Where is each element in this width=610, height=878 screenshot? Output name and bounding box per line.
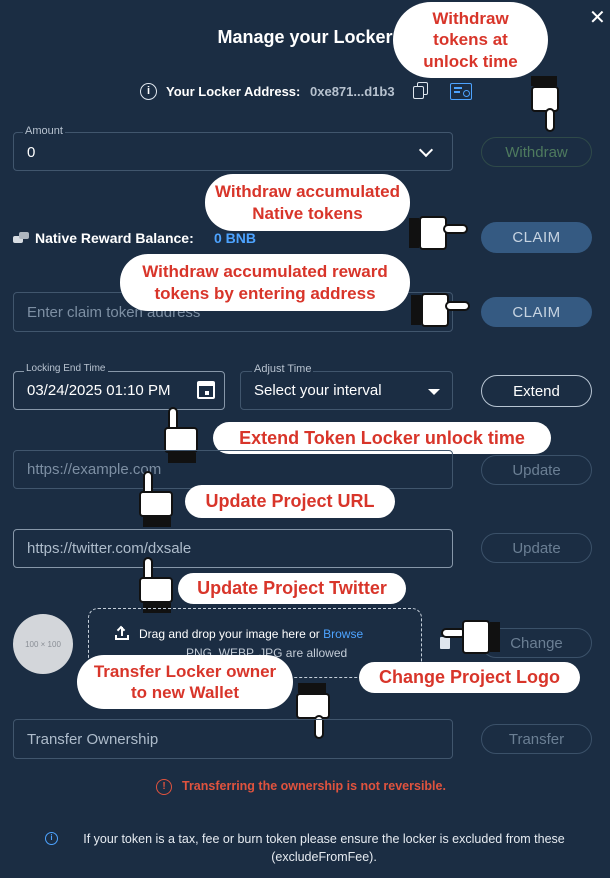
- annotation-change-logo: Change Project Logo: [359, 662, 580, 693]
- claim-native-button[interactable]: CLAIM: [481, 222, 592, 253]
- dropzone-text: Drag and drop your image here or Browse: [139, 627, 363, 641]
- adjust-time-value: Select your interval: [254, 382, 382, 399]
- annotation-update-twitter-text: Update Project Twitter: [197, 578, 387, 599]
- annotation-withdraw-native-line2: Native tokens: [252, 203, 363, 223]
- annotation-change-logo-text: Change Project Logo: [378, 667, 560, 688]
- logo-thumbnail: 100 × 100: [13, 614, 73, 674]
- footer-info-icon: i: [45, 832, 58, 845]
- native-reward-label: Native Reward Balance:: [35, 230, 194, 246]
- upload-icon: [115, 625, 129, 640]
- footer-note: If your token is a tax, fee or burn toke…: [83, 832, 565, 864]
- locking-end-time-label: Locking End Time: [24, 363, 108, 374]
- update-twitter-button[interactable]: Update: [481, 533, 592, 563]
- annotation-withdraw-reward-line1: Withdraw accumulated reward: [142, 262, 388, 282]
- native-reward-value: 0 BNB: [214, 230, 257, 246]
- annotation-withdraw-reward: Withdraw accumulated reward tokens by en…: [120, 254, 410, 311]
- pointing-hand-icon: [531, 76, 559, 134]
- locker-address-label: Your Locker Address:: [166, 84, 301, 99]
- transfer-button[interactable]: Transfer: [481, 724, 592, 754]
- annotation-withdraw-reward-line2: tokens by entering address: [154, 283, 376, 303]
- annotation-transfer-owner: Transfer Locker owner to new Wallet: [77, 655, 293, 709]
- annotation-withdraw-unlock-text: Withdraw tokens at unlock time: [423, 9, 518, 71]
- info-icon: i: [140, 83, 157, 100]
- coins-icon: [13, 230, 31, 244]
- pointing-hand-icon: [409, 216, 469, 250]
- annotation-extend-text: Extend Token Locker unlock time: [239, 427, 525, 448]
- pointing-hand-icon: [139, 471, 173, 529]
- calendar-icon[interactable]: [197, 381, 215, 399]
- transfer-warning-text: Transferring the ownership is not revers…: [182, 779, 446, 793]
- withdraw-button[interactable]: Withdraw: [481, 137, 592, 167]
- logo-thumbnail-text: 100 × 100: [25, 639, 61, 649]
- locking-end-time-value: 03/24/2025 01:10 PM: [27, 382, 171, 399]
- dropzone-instruction: Drag and drop your image here or: [139, 627, 320, 641]
- transfer-ownership-placeholder: Transfer Ownership: [27, 731, 159, 748]
- claim-token-button[interactable]: CLAIM: [481, 297, 592, 327]
- browse-link[interactable]: Browse: [323, 627, 363, 641]
- pointing-hand-icon: [441, 620, 501, 654]
- warning-icon: !: [156, 779, 172, 795]
- annotation-transfer-owner-line2: to new Wallet: [131, 683, 239, 702]
- amount-select[interactable]: [13, 132, 453, 171]
- update-url-button[interactable]: Update: [481, 455, 592, 485]
- certificate-icon[interactable]: [450, 83, 472, 100]
- adjust-time-label: Adjust Time: [252, 363, 314, 375]
- copy-icon[interactable]: [413, 82, 429, 100]
- amount-value: 0: [27, 144, 36, 161]
- annotation-withdraw-native-line1: Withdraw accumulated: [215, 182, 400, 202]
- pointing-hand-icon: [139, 557, 173, 615]
- pointing-hand-icon: [411, 293, 471, 327]
- annotation-transfer-owner-line1: Transfer Locker owner: [93, 661, 277, 681]
- annotation-withdraw-native: Withdraw accumulated Native tokens: [205, 174, 410, 231]
- annotation-withdraw-unlock: Withdraw tokens at unlock time: [393, 2, 548, 78]
- annotation-update-url-text: Update Project URL: [205, 491, 375, 512]
- close-icon[interactable]: ✕: [589, 5, 606, 30]
- locker-address-value: 0xe871...d1b3: [310, 84, 395, 99]
- annotation-update-url: Update Project URL: [185, 485, 395, 518]
- annotation-update-twitter: Update Project Twitter: [178, 573, 406, 604]
- twitter-placeholder: https://twitter.com/dxsale: [27, 540, 192, 557]
- extend-button[interactable]: Extend: [481, 375, 592, 407]
- amount-label: Amount: [23, 125, 65, 137]
- caret-down-icon[interactable]: [428, 389, 440, 395]
